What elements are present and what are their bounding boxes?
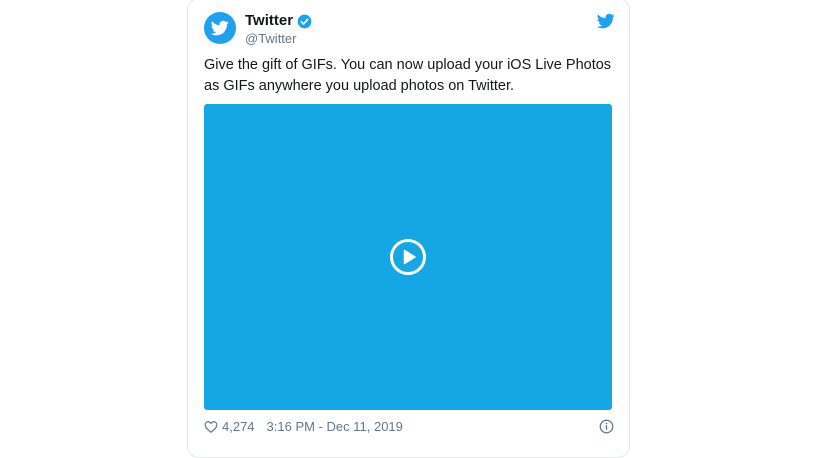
like-button[interactable]: 4,274 (204, 419, 255, 434)
twitter-bird-icon (596, 13, 615, 29)
author-info[interactable]: Twitter @Twitter (245, 13, 312, 47)
info-icon[interactable] (599, 419, 614, 434)
tweet-text: Give the gift of GIFs. You can now uploa… (204, 57, 612, 94)
twitter-logo-link[interactable] (596, 13, 615, 34)
tweet-timestamp[interactable]: 3:16 PM - Dec 11, 2019 (267, 419, 403, 434)
media-video[interactable] (204, 104, 612, 410)
avatar[interactable] (204, 12, 236, 44)
like-count: 4,274 (222, 419, 255, 434)
play-circle-icon[interactable] (389, 238, 427, 276)
verified-badge-icon (297, 14, 312, 29)
author-name[interactable]: Twitter (245, 13, 293, 29)
heart-outline-icon (204, 420, 218, 433)
twitter-bird-icon (211, 20, 229, 36)
tweet-card: Twitter @Twitter Give the gift of GIFs. … (187, 0, 630, 458)
author-handle[interactable]: @Twitter (245, 31, 312, 47)
tweet-footer: 4,274 3:16 PM - Dec 11, 2019 (204, 419, 614, 434)
